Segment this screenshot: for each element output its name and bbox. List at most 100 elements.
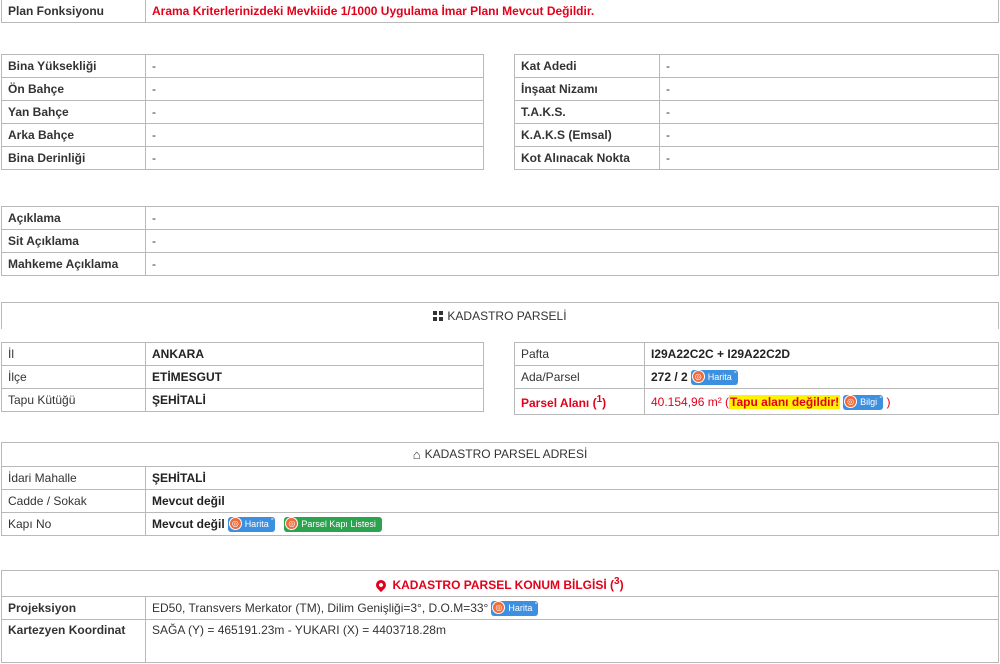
info-icon: ◎ [844,394,858,408]
table-row: T.A.K.S. - [514,100,999,124]
bina-right-table: Kat Adedi - İnşaat Nizamı - T.A.K.S. - K.A.… [514,54,999,170]
pafta-value: I29A22C2C + I29A22C2D [644,342,999,366]
aciklama-table: Açıklama - Sit Açıklama - Mahkeme Açıklama… [1,206,999,276]
kadastro-header-table: KADASTRO PARSELİ [1,302,999,329]
field-value: Mevcut değil [145,488,999,513]
table-row: Kot Alınacak Nokta - [514,146,999,170]
home-icon: ⌂ [412,446,421,462]
field-label: Bina Derinliği [1,146,146,170]
plan-row: Plan Fonksiyonu Arama Kriterlerinizdeki … [1,0,999,23]
bina-left-table: Bina Yüksekliği - Ön Bahçe - Yan Bahçe - Ar… [1,54,484,170]
parsel-alani-cell: 40.154,96 m² (Tapu alanı değildir! ◎ Bilgi… [644,388,999,415]
table-row: Parsel Alanı (1) 40.154,96 m² (Tapu alan… [514,388,999,415]
harita-button[interactable]: ◎ Harita ° [227,517,275,533]
list-icon: ◎ [285,517,299,531]
adres-title: ⌂ KADASTRO PARSEL ADRESİ [1,442,999,467]
field-label: Ön Bahçe [1,77,146,101]
adres-title-text: KADASTRO PARSEL ADRESİ [424,447,588,461]
map-pin-icon: ◎ [691,370,705,384]
field-value: - [145,229,999,253]
projeksiyon-cell: ED50, Transvers Merkator (TM), Dilim Gen… [145,596,999,620]
field-value: - [659,100,999,124]
table-row: Ön Bahçe - [1,77,484,101]
table-row: Tapu Kütüğü ŞEHİTALİ [1,388,484,412]
table-row: Açıklama - [1,206,999,230]
table-row: Arka Bahçe - [1,123,484,147]
ada-parsel-value: 272 / 2 [651,370,688,384]
kadastro-right-table: Pafta I29A22C2C + I29A22C2D Ada/Parsel 2… [514,342,999,415]
field-label: İlçe [1,365,146,389]
parsel-alani-value: 40.154,96 m² ( [651,394,730,409]
field-value: ŞEHİTALİ [145,388,484,412]
harita-button[interactable]: ◎ Harita ° [690,370,738,386]
field-value: - [145,54,484,78]
field-value: - [145,146,484,170]
field-value: - [145,206,999,230]
field-label: Mahkeme Açıklama [1,252,146,276]
field-label: Kapı No [1,511,146,536]
table-row: Bina Yüksekliği - [1,54,484,78]
parsel-kapi-listesi-label: Parsel Kapı Listesi [301,519,376,530]
field-value: - [659,146,999,170]
field-label: Bina Yüksekliği [1,54,146,78]
field-value: - [145,77,484,101]
konum-title-text: KADASTRO PARSEL KONUM BİLGİSİ ( [392,578,614,592]
field-value: - [145,252,999,276]
field-value: - [145,100,484,124]
kartezyen-value: SAĞA (Y) = 465191.23m - YUKARI (X) = 440… [145,619,999,663]
field-label: Açıklama [1,206,146,230]
table-row: Mahkeme Açıklama - [1,252,999,276]
field-value: - [659,54,999,78]
field-value: ŞEHİTALİ [145,465,999,490]
table-row: Kartezyen Koordinat SAĞA (Y) = 465191.23… [1,619,999,663]
kapi-no-cell: Mevcut değil ◎ Harita ° ◎ Parsel Kapı Listes… [145,511,999,536]
parsel-alani-label-close: ) [602,396,607,410]
harita-button-label: Harita [244,519,269,530]
table-row: İl ANKARA [1,342,484,366]
parsel-alani-label-text: Parsel Alanı ( [521,396,597,410]
table-row: İlçe ETİMESGUT [1,365,484,389]
tapu-warning: Tapu alanı değildir! [729,394,841,409]
harita-button[interactable]: ◎ Harita ° [491,601,539,617]
field-label: İl [1,342,146,366]
table-row: Pafta I29A22C2C + I29A22C2D [514,342,999,366]
field-label: İdari Mahalle [1,465,146,490]
konum-title-close: ) [619,578,624,592]
field-label: Tapu Kütüğü [1,388,146,412]
field-label: Arka Bahçe [1,123,146,147]
konum-table: KADASTRO PARSEL KONUM BİLGİSİ (3) Projek… [1,570,999,663]
parsel-alani-end: ) [886,394,891,409]
konum-title: KADASTRO PARSEL KONUM BİLGİSİ (3) [1,570,999,597]
table-row: Cadde / Sokak Mevcut değil [1,488,999,513]
table-row: Ada/Parsel 272 / 2 ◎ Harita ° [514,365,999,389]
field-label: Cadde / Sokak [1,488,146,513]
table-row: K.A.K.S (Emsal) - [514,123,999,147]
table-row: Kat Adedi - [514,54,999,78]
table-row: Sit Açıklama - [1,229,999,253]
adres-table: ⌂ KADASTRO PARSEL ADRESİ İdari Mahalle ŞEH… [1,442,999,536]
plan-label: Plan Fonksiyonu [1,0,146,23]
location-pin-icon [374,577,389,592]
ada-parsel-label: Ada/Parsel [514,365,645,389]
bilgi-button-label: Bilgi [860,396,878,407]
field-label: Kat Adedi [514,54,660,78]
table-row: Bina Derinliği - [1,146,484,170]
parsel-kapi-listesi-button[interactable]: ◎ Parsel Kapı Listesi [284,517,382,533]
table-row: Yan Bahçe - [1,100,484,124]
table-row: İdari Mahalle ŞEHİTALİ [1,465,999,490]
harita-button-label: Harita [707,372,732,383]
bilgi-button[interactable]: ◎ Bilgi ° [843,394,884,410]
field-value: - [145,123,484,147]
projeksiyon-label: Projeksiyon [1,596,146,620]
table-row: İnşaat Nizamı - [514,77,999,101]
map-pin-icon: ◎ [228,517,242,531]
field-value: ANKARA [145,342,484,366]
ada-parsel-cell: 272 / 2 ◎ Harita ° [644,365,999,389]
kadastro-left-table: İl ANKARA İlçe ETİMESGUT Tapu Kütüğü ŞEHİTA… [1,342,484,412]
projeksiyon-value: ED50, Transvers Merkator (TM), Dilim Gen… [152,601,489,615]
grid-icon [433,310,444,321]
field-label: Sit Açıklama [1,229,146,253]
kadastro-title: KADASTRO PARSELİ [1,302,999,329]
map-pin-icon: ◎ [492,601,506,615]
parsel-alani-label: Parsel Alanı (1) [514,388,645,415]
